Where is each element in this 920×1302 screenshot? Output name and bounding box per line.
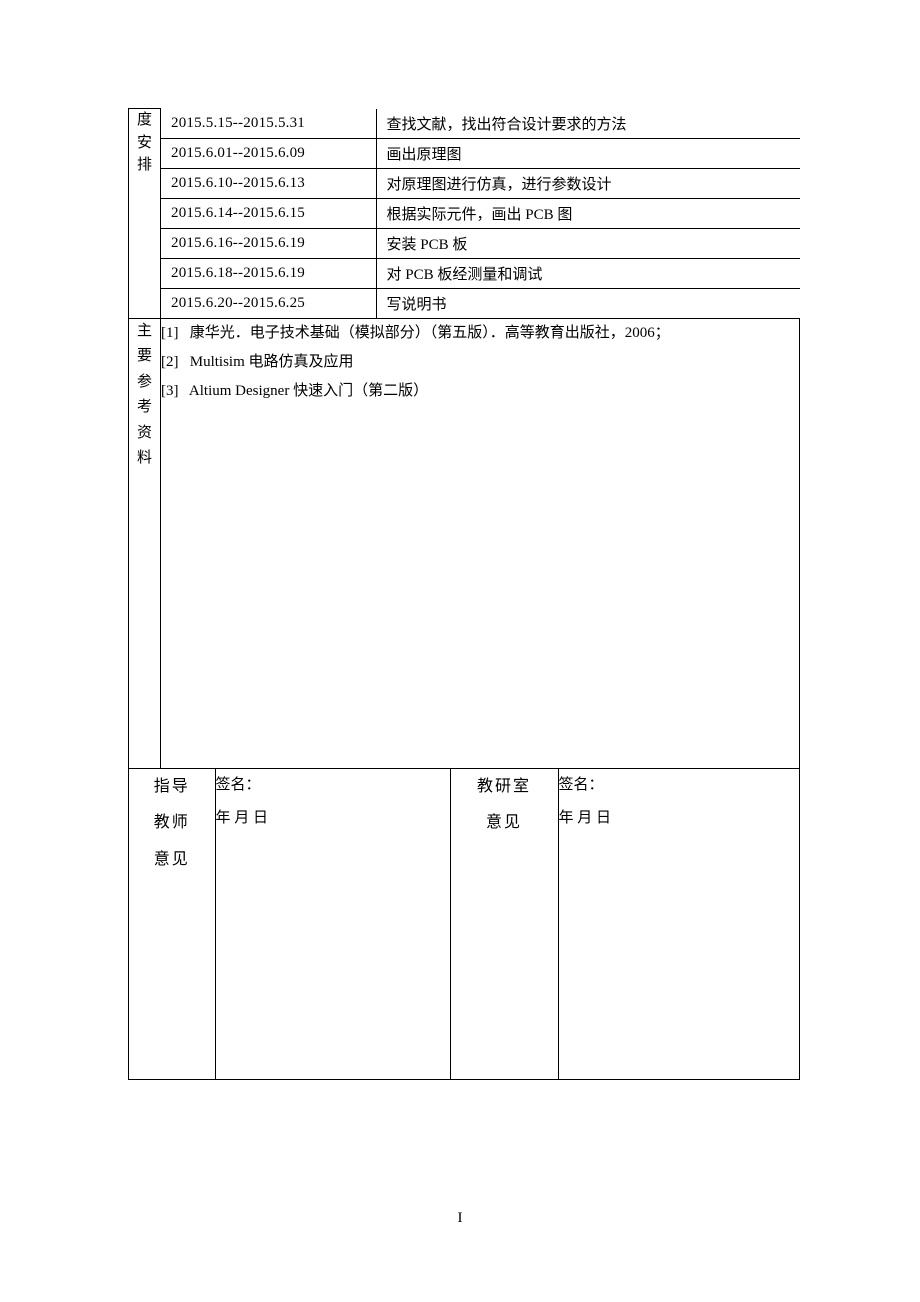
schedule-side-label: 度安排 xyxy=(129,109,161,319)
advisor-label-line2: 教师 xyxy=(129,805,215,842)
advisor-signature-cell: 签名： 年 月 日 xyxy=(215,769,450,1079)
schedule-task: 对 PCB 板经测量和调试 xyxy=(376,258,800,288)
references-body: [1] 康华光．电子技术基础（模拟部分）（第五版）．高等教育出版社，2006；[… xyxy=(161,319,799,407)
schedule-rows: 2015.5.15--2015.5.31查找文献，找出符合设计要求的方法2015… xyxy=(161,109,800,318)
schedule-date: 2015.6.10--2015.6.13 xyxy=(161,168,376,198)
table-row: 2015.6.20--2015.6.25写说明书 xyxy=(161,288,800,318)
table-row: 2015.6.10--2015.6.13对原理图进行仿真，进行参数设计 xyxy=(161,168,800,198)
dept-signature-label: 签名： xyxy=(559,769,800,802)
dept-opinion-label: 教研室 意见 xyxy=(450,769,558,1079)
advisor-signature-label: 签名： xyxy=(216,769,450,802)
table-row: 2015.6.16--2015.6.19安装 PCB 板 xyxy=(161,228,800,258)
schedule-task: 查找文献，找出符合设计要求的方法 xyxy=(376,109,800,139)
advisor-label-line1: 指导 xyxy=(129,769,215,806)
references-side-label: 主要参考资料 xyxy=(129,318,161,768)
dept-signature-cell: 签名： 年 月 日 xyxy=(558,769,799,1079)
schedule-table: 2015.5.15--2015.5.31查找文献，找出符合设计要求的方法2015… xyxy=(161,109,800,318)
schedule-date: 2015.6.16--2015.6.19 xyxy=(161,228,376,258)
references-cell: [1] 康华光．电子技术基础（模拟部分）（第五版）．高等教育出版社，2006；[… xyxy=(161,318,800,768)
reference-entry: [3] Altium Designer 快速入门（第二版） xyxy=(161,377,799,406)
advisor-label-line3: 意见 xyxy=(129,842,215,879)
schedule-date: 2015.5.15--2015.5.31 xyxy=(161,109,376,139)
table-row: 2015.5.15--2015.5.31查找文献，找出符合设计要求的方法 xyxy=(161,109,800,139)
schedule-task: 画出原理图 xyxy=(376,138,800,168)
schedule-task: 根据实际元件，画出 PCB 图 xyxy=(376,198,800,228)
advisor-opinion-label: 指导 教师 意见 xyxy=(129,769,215,1079)
schedule-date: 2015.6.14--2015.6.15 xyxy=(161,198,376,228)
dept-date-label: 年 月 日 xyxy=(559,802,800,835)
table-row: 2015.6.14--2015.6.15根据实际元件，画出 PCB 图 xyxy=(161,198,800,228)
dept-label-line2: 意见 xyxy=(451,805,558,842)
reference-entry: [2] Multisim 电路仿真及应用 xyxy=(161,348,799,377)
schedule-date: 2015.6.18--2015.6.19 xyxy=(161,258,376,288)
schedule-task: 安装 PCB 板 xyxy=(376,228,800,258)
schedule-task: 写说明书 xyxy=(376,288,800,318)
schedule-side-label-text: 度安排 xyxy=(129,109,160,177)
references-side-label-text: 主要参考资料 xyxy=(129,319,160,472)
page-number: I xyxy=(0,1210,920,1227)
dept-label-line1: 教研室 xyxy=(451,769,558,806)
reference-entry: [1] 康华光．电子技术基础（模拟部分）（第五版）．高等教育出版社，2006； xyxy=(161,319,799,348)
table-row: 2015.6.01--2015.6.09画出原理图 xyxy=(161,138,800,168)
schedule-date: 2015.6.20--2015.6.25 xyxy=(161,288,376,318)
advisor-date-label: 年 月 日 xyxy=(216,802,450,835)
document-table: 度安排 2015.5.15--2015.5.31查找文献，找出符合设计要求的方法… xyxy=(128,108,800,1080)
schedule-task: 对原理图进行仿真，进行参数设计 xyxy=(376,168,800,198)
table-row: 2015.6.18--2015.6.19对 PCB 板经测量和调试 xyxy=(161,258,800,288)
schedule-date: 2015.6.01--2015.6.09 xyxy=(161,138,376,168)
